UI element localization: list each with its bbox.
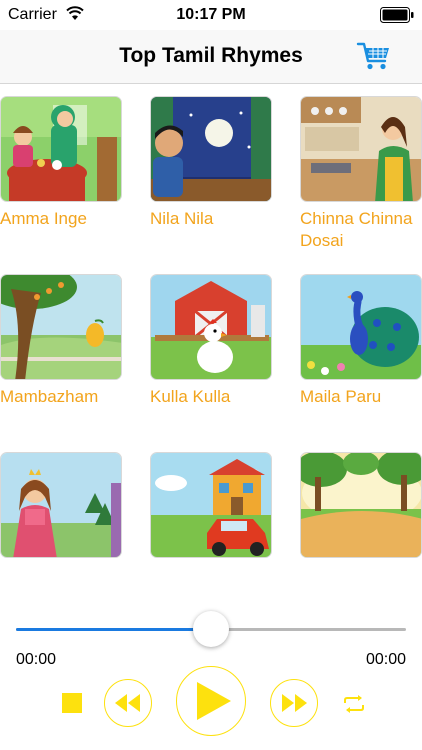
rhyme-tile-princess[interactable]	[0, 452, 122, 564]
rhyme-title: Mambazham	[0, 387, 99, 406]
rhyme-thumbnail	[0, 452, 122, 558]
status-bar: Carrier 10:17 PM	[0, 0, 422, 30]
rhyme-title: Maila Paru	[300, 387, 382, 406]
fast-forward-button[interactable]	[270, 679, 318, 727]
progress-slider-thumb[interactable]	[193, 611, 229, 647]
rhyme-tile-mambazham[interactable]: Mambazham	[0, 274, 122, 408]
duration-time: 00:00	[365, 651, 406, 668]
rhyme-thumbnail	[0, 96, 122, 202]
rhyme-tile-amma-inge[interactable]: Amma Inge	[0, 96, 122, 230]
stop-icon[interactable]	[62, 693, 82, 713]
progress-fill	[16, 628, 211, 631]
current-time: 00:00	[16, 651, 57, 668]
repeat-icon[interactable]	[342, 692, 366, 716]
status-time: 10:17 PM	[176, 6, 246, 23]
rhyme-tile-chinna-chinna-dosai[interactable]: Chinna Chinna Dosai	[300, 96, 422, 252]
rhyme-tile-car-and-house[interactable]	[150, 452, 272, 564]
rhyme-tile-kulla-kulla[interactable]: Kulla Kulla	[150, 274, 272, 408]
rhyme-title: Nila Nila	[150, 209, 214, 228]
rhyme-tile-forest-path[interactable]	[300, 452, 422, 564]
rhyme-title: Kulla Kulla	[150, 387, 231, 406]
navigation-bar: Top Tamil Rhymes	[0, 30, 422, 84]
rhyme-thumbnail	[150, 452, 272, 558]
cart-icon[interactable]	[356, 40, 392, 72]
rhyme-thumbnail	[300, 274, 422, 380]
rewind-icon	[115, 694, 140, 712]
play-icon	[197, 682, 231, 720]
audio-player: 00:00 00:00	[0, 600, 422, 750]
rhyme-thumbnail	[0, 274, 122, 380]
rhyme-thumbnail	[300, 452, 422, 558]
play-button[interactable]	[176, 666, 246, 736]
rhyme-tile-nila-nila[interactable]: Nila Nila	[150, 96, 272, 230]
fast-forward-icon	[282, 694, 307, 712]
rewind-button[interactable]	[104, 679, 152, 727]
battery-icon	[380, 7, 414, 23]
rhyme-thumbnail	[150, 274, 272, 380]
rhyme-tile-maila-paru[interactable]: Maila Paru	[300, 274, 422, 408]
rhyme-title: Amma Inge	[0, 209, 87, 228]
rhyme-title: Chinna Chinna Dosai	[300, 209, 413, 250]
progress-slider[interactable]	[16, 611, 406, 647]
rhyme-thumbnail	[300, 96, 422, 202]
rhyme-thumbnail	[150, 96, 272, 202]
